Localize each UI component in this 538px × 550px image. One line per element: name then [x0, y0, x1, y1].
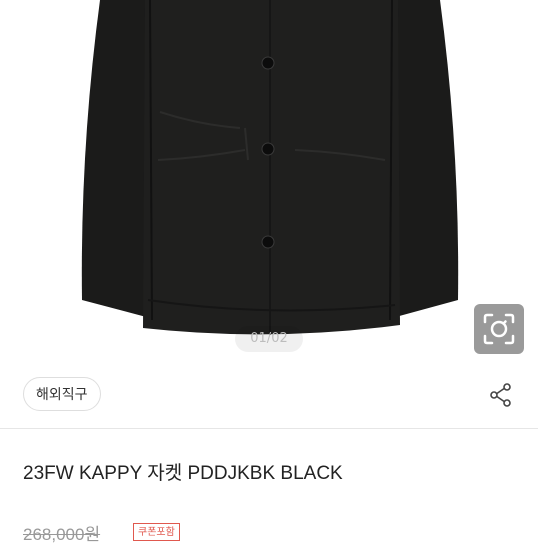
- product-image-carousel[interactable]: 01/02: [0, 0, 538, 358]
- share-icon: [490, 383, 511, 407]
- share-button[interactable]: [484, 378, 518, 412]
- divider: [0, 428, 538, 429]
- original-price: 268,000원: [23, 525, 101, 544]
- tag-row: 해외직구: [0, 358, 538, 428]
- camera-scan-icon: [483, 313, 515, 345]
- overseas-direct-tag[interactable]: 해외직구: [23, 377, 101, 411]
- product-image: [81, 0, 459, 335]
- product-title: 23FW KAPPY 자켓 PDDJKBK BLACK: [23, 463, 343, 484]
- coupon-badge: 쿠폰포함: [133, 523, 180, 541]
- image-search-button[interactable]: [474, 304, 524, 354]
- page-indicator: 01/02: [235, 326, 303, 352]
